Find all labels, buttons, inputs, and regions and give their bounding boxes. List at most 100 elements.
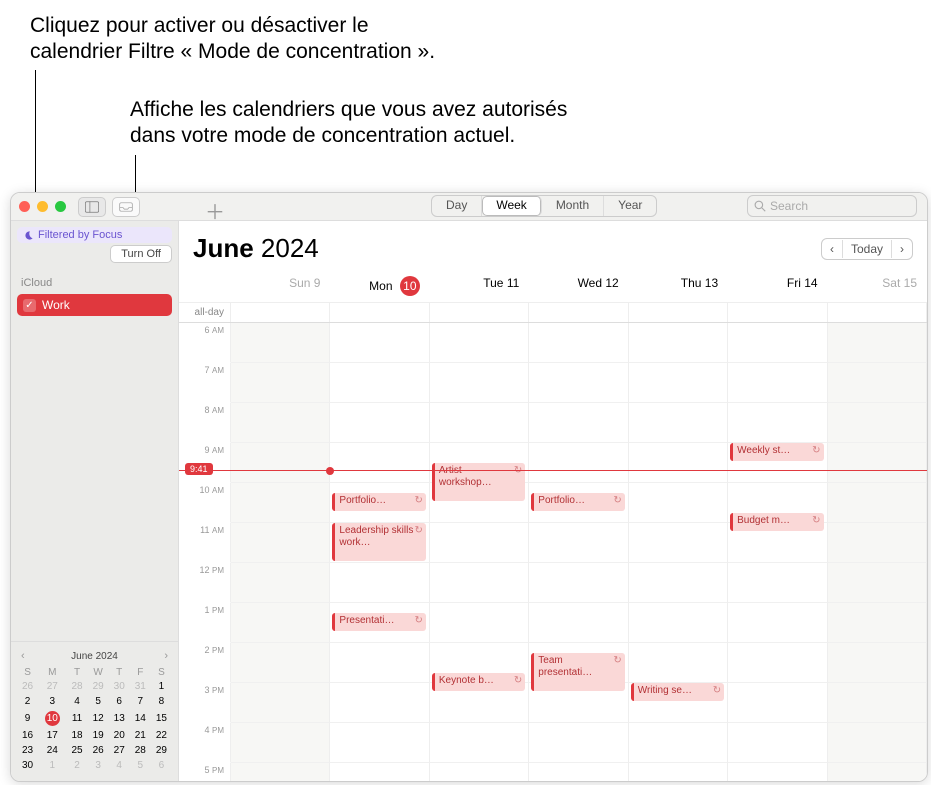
mini-day[interactable]: 23 [17, 743, 38, 758]
mini-day[interactable]: 28 [130, 743, 151, 758]
grid-cell[interactable] [728, 763, 827, 781]
grid-cell[interactable] [430, 363, 529, 403]
mini-day[interactable]: 8 [151, 694, 172, 709]
calendar-event[interactable]: Presentati…↻ [332, 613, 425, 631]
search-input[interactable]: Search [747, 195, 917, 217]
next-week-button[interactable]: › [892, 240, 912, 258]
grid-cell[interactable] [330, 443, 429, 483]
calendar-event[interactable]: Budget m…↻ [730, 513, 823, 531]
grid-cell[interactable] [728, 323, 827, 363]
calendar-event[interactable]: Artist workshop…↻ [432, 463, 525, 501]
grid-cell[interactable] [828, 483, 927, 523]
segment-day[interactable]: Day [432, 196, 482, 216]
calendar-event[interactable]: Writing se…↻ [631, 683, 724, 701]
grid-cell[interactable] [430, 403, 529, 443]
mini-day[interactable]: 3 [88, 758, 109, 773]
grid-cell[interactable] [330, 323, 429, 363]
mini-day[interactable]: 31 [130, 679, 151, 694]
grid-cell[interactable] [529, 363, 628, 403]
calendar-event[interactable]: Portfolio…↻ [332, 493, 425, 511]
grid-cell[interactable] [629, 323, 728, 363]
mini-day[interactable]: 15 [151, 709, 172, 728]
grid-cell[interactable] [728, 563, 827, 603]
grid-cell[interactable] [430, 523, 529, 563]
mini-prev-button[interactable]: ‹ [21, 650, 25, 662]
grid-cell[interactable] [728, 363, 827, 403]
grid-cell[interactable] [529, 523, 628, 563]
checkbox-icon[interactable]: ✓ [23, 299, 36, 312]
grid-cell[interactable] [330, 643, 429, 683]
mini-day[interactable]: 21 [130, 728, 151, 743]
grid-cell[interactable] [330, 363, 429, 403]
grid-cell[interactable] [728, 643, 827, 683]
mini-day[interactable]: 30 [17, 758, 38, 773]
grid-cell[interactable] [231, 443, 330, 483]
mini-day[interactable]: 14 [130, 709, 151, 728]
grid-cell[interactable] [629, 643, 728, 683]
grid-cell[interactable] [728, 683, 827, 723]
grid-cell[interactable] [828, 643, 927, 683]
add-event-button[interactable]: ＋ [205, 196, 225, 225]
grid-cell[interactable] [330, 723, 429, 763]
calendar-event[interactable]: Keynote b…↻ [432, 673, 525, 691]
calendar-item-work[interactable]: ✓ Work [17, 294, 172, 316]
grid-cell[interactable] [629, 603, 728, 643]
grid-cell[interactable] [231, 403, 330, 443]
grid-cell[interactable] [828, 523, 927, 563]
mini-day[interactable]: 3 [38, 694, 66, 709]
segment-week[interactable]: Week [482, 196, 541, 216]
grid-cell[interactable] [330, 763, 429, 781]
prev-week-button[interactable]: ‹ [822, 240, 843, 258]
mini-day[interactable]: 30 [109, 679, 130, 694]
mini-day[interactable]: 17 [38, 728, 66, 743]
focus-filter-pill[interactable]: Filtered by Focus [17, 227, 172, 243]
mini-next-button[interactable]: › [164, 650, 168, 662]
grid-cell[interactable] [629, 723, 728, 763]
today-button[interactable]: Today [843, 240, 892, 258]
grid-cell[interactable] [231, 763, 330, 781]
mini-day[interactable]: 20 [109, 728, 130, 743]
grid-cell[interactable] [430, 323, 529, 363]
mini-day[interactable]: 10 [38, 709, 66, 728]
mini-day[interactable]: 29 [151, 743, 172, 758]
grid-cell[interactable] [828, 443, 927, 483]
calendar-event[interactable]: Team presentati…↻ [531, 653, 624, 691]
grid-cell[interactable] [231, 323, 330, 363]
grid-cell[interactable] [529, 443, 628, 483]
grid-cell[interactable] [529, 323, 628, 363]
mini-day[interactable]: 4 [109, 758, 130, 773]
mini-day[interactable]: 12 [88, 709, 109, 728]
grid-cell[interactable] [629, 763, 728, 781]
grid-cell[interactable] [828, 403, 927, 443]
mini-day[interactable]: 27 [38, 679, 66, 694]
grid-cell[interactable] [828, 683, 927, 723]
mini-day[interactable]: 19 [88, 728, 109, 743]
mini-calendar[interactable]: ‹ June 2024 › SMTWTFS2627282930311234567… [11, 641, 178, 781]
grid-cell[interactable] [529, 723, 628, 763]
segment-year[interactable]: Year [604, 196, 656, 216]
grid-cell[interactable] [231, 603, 330, 643]
mini-day[interactable]: 26 [88, 743, 109, 758]
mini-day[interactable]: 25 [67, 743, 88, 758]
grid-cell[interactable] [529, 563, 628, 603]
mini-day[interactable]: 4 [67, 694, 88, 709]
grid-cell[interactable] [330, 563, 429, 603]
grid-cell[interactable] [231, 683, 330, 723]
close-icon[interactable] [19, 201, 30, 212]
mini-day[interactable]: 16 [17, 728, 38, 743]
sidebar-toggle-button[interactable] [78, 197, 106, 217]
grid-cell[interactable] [231, 483, 330, 523]
grid-cell[interactable] [728, 723, 827, 763]
mini-day[interactable]: 5 [130, 758, 151, 773]
grid-cell[interactable] [629, 483, 728, 523]
grid-cell[interactable] [529, 403, 628, 443]
grid-cell[interactable] [529, 603, 628, 643]
grid-cell[interactable] [430, 763, 529, 781]
grid-cell[interactable] [828, 563, 927, 603]
mini-day[interactable]: 24 [38, 743, 66, 758]
minimize-icon[interactable] [37, 201, 48, 212]
grid-cell[interactable] [231, 563, 330, 603]
grid-cell[interactable] [529, 763, 628, 781]
grid-cell[interactable] [629, 443, 728, 483]
grid-cell[interactable] [330, 403, 429, 443]
